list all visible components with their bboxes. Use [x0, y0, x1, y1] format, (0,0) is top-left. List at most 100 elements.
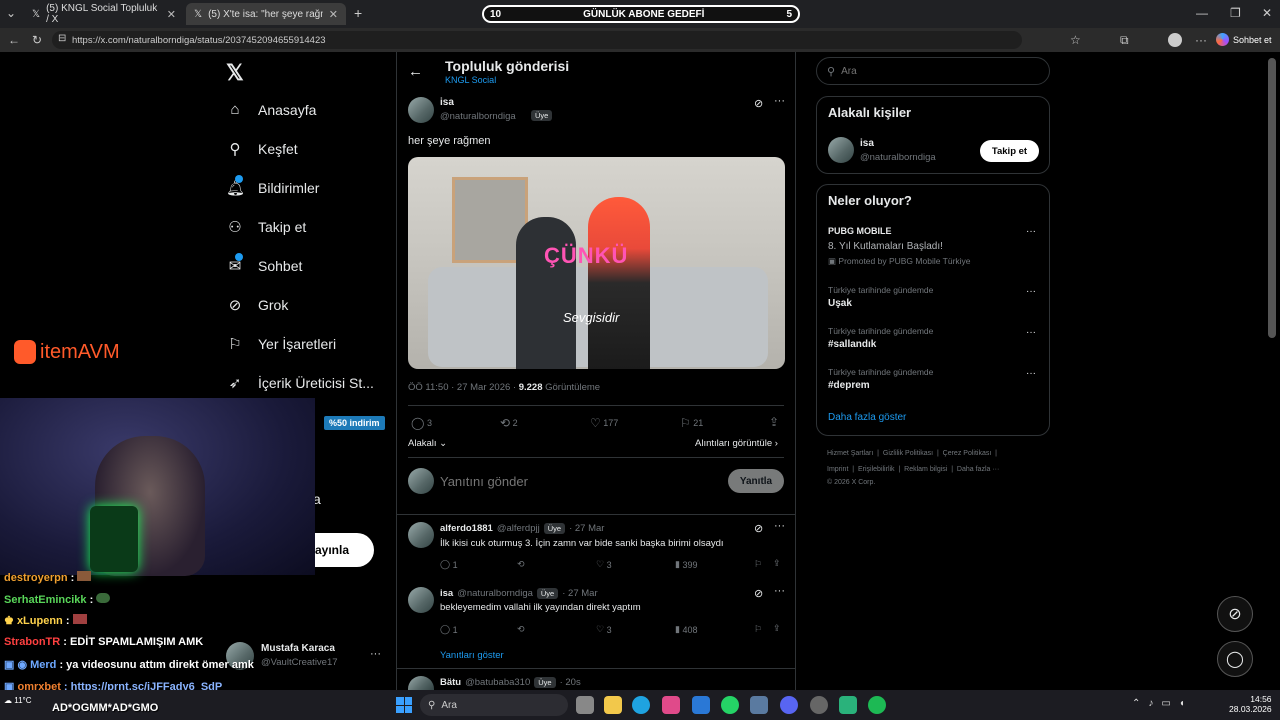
minimize-icon[interactable]: —	[1196, 6, 1208, 20]
edge-icon[interactable]	[632, 696, 650, 714]
quotes-link[interactable]: Alıntıları görüntüle ›	[695, 438, 778, 449]
reply-submit-button[interactable]: Yanıtla	[728, 469, 784, 493]
grok-icon[interactable]: ⊘	[754, 97, 763, 110]
sidebar-item-explore[interactable]: ⚲ Keşfet	[226, 140, 298, 158]
author-name[interactable]: Bätu	[440, 677, 461, 688]
search-box[interactable]: ⚲	[816, 57, 1050, 85]
weather-widget[interactable]: ☁ 11°C	[4, 696, 32, 705]
community-link[interactable]: KNGL Social	[445, 75, 496, 85]
sidebar-item-creator-studio[interactable]: ➶ İçerik Üreticisi St...	[226, 374, 374, 392]
sidebar-item-home[interactable]: ⌂ Anasayfa	[226, 101, 316, 118]
sidebar-item-bookmarks[interactable]: ⚐ Yer İşaretleri	[226, 335, 336, 353]
maximize-icon[interactable]: ❐	[1230, 6, 1241, 20]
author-handle[interactable]: @naturalborndiga	[440, 111, 516, 122]
spotify-icon[interactable]	[868, 696, 886, 714]
url-field[interactable]: https://x.com/naturalborndiga/status/203…	[52, 31, 1022, 49]
reply-button[interactable]: ◯ 1	[440, 559, 458, 570]
author-handle[interactable]: @alferdpjj	[497, 523, 540, 534]
reply-button[interactable]: ◯ 3	[411, 416, 432, 430]
tab-2[interactable]: 𝕏 (5) X'te isa: "her şeye rağmen" ✕	[186, 3, 346, 25]
repost-icon[interactable]: ⟲	[517, 624, 525, 635]
trend-title[interactable]: #deprem	[828, 380, 870, 391]
tray-icons[interactable]: ⌃♪▭◖	[1132, 698, 1193, 709]
trend-context[interactable]: PUBG MOBILE	[828, 226, 892, 236]
task-view-icon[interactable]	[576, 696, 594, 714]
avatar[interactable]	[408, 97, 434, 123]
author-name[interactable]: alferdo1881	[440, 523, 493, 534]
author-name[interactable]: isa	[440, 588, 453, 599]
new-tab-icon[interactable]: +	[354, 5, 362, 21]
reply-input[interactable]	[440, 472, 710, 490]
repost-icon[interactable]: ⟲	[517, 559, 525, 570]
more-icon[interactable]: ···	[1026, 368, 1036, 379]
profile-avatar[interactable]	[1168, 33, 1182, 47]
trend-title[interactable]: 8. Yıl Kutlamaları Başladı!	[828, 241, 943, 252]
obs-icon[interactable]	[810, 696, 828, 714]
scrollbar-thumb[interactable]	[1268, 58, 1276, 338]
views-button[interactable]: ▮ 408	[675, 624, 698, 635]
close-window-icon[interactable]: ✕	[1262, 6, 1272, 20]
messages-float-button[interactable]: ◯	[1217, 641, 1253, 677]
related-name[interactable]: isa	[860, 138, 874, 149]
whatsapp-icon[interactable]	[721, 696, 739, 714]
footer-links[interactable]: Hizmet Şartları | Gizlilik Politikası | …	[827, 450, 997, 457]
like-button[interactable]: ♡ 3	[596, 624, 612, 635]
reply-button[interactable]: ◯ 1	[440, 624, 458, 635]
more-icon[interactable]: ···	[1195, 33, 1207, 47]
grok-icon[interactable]: ⊘	[754, 587, 763, 600]
bookmark-icon[interactable]: ⚐	[754, 624, 762, 635]
sort-dropdown[interactable]: Alakalı ⌄	[408, 438, 447, 449]
more-icon[interactable]: ···	[774, 520, 785, 532]
close-icon[interactable]: ✕	[167, 8, 176, 21]
back-icon[interactable]: ←	[8, 33, 20, 47]
app-icon[interactable]	[750, 696, 768, 714]
more-icon[interactable]: ···	[774, 95, 785, 107]
avatar[interactable]	[408, 587, 434, 613]
footer-links[interactable]: Imprint | Erişilebilirlik | Reklam bilgi…	[827, 466, 999, 473]
site-info-icon[interactable]: ⊟	[58, 33, 66, 44]
mail-app-icon[interactable]	[692, 696, 710, 714]
like-button[interactable]: ♡ 3	[596, 559, 612, 570]
author-handle[interactable]: @naturalborndiga	[457, 588, 533, 599]
follow-button[interactable]: Takip et	[980, 140, 1039, 162]
sidebar-item-notifications[interactable]: 🔔︎ Bildirimler	[226, 175, 319, 197]
more-icon[interactable]: ···	[774, 585, 785, 597]
discord-icon[interactable]	[780, 696, 798, 714]
taskbar-search[interactable]: ⚲ Ara	[420, 694, 568, 716]
start-button[interactable]	[396, 697, 412, 713]
repost-button[interactable]: ⟲ 2	[500, 416, 518, 430]
close-icon[interactable]: ✕	[329, 8, 338, 21]
copilot-chat-button[interactable]: Sohbet et	[1216, 33, 1272, 46]
tab-1[interactable]: 𝕏 (5) KNGL Social Topluluk / X ✕	[24, 3, 184, 25]
post-image[interactable]: ÇÜNKÜ Sevgisidir	[408, 157, 785, 369]
refresh-icon[interactable]: ↻	[32, 33, 42, 47]
share-icon[interactable]: ⇪	[773, 558, 781, 569]
sidebar-item-grok[interactable]: ⊘ Grok	[226, 296, 289, 314]
grok-icon[interactable]: ⊘	[754, 522, 763, 535]
bookmark-icon[interactable]: ⚐	[754, 559, 762, 570]
author-handle[interactable]: @batubaba310	[465, 677, 530, 688]
clock[interactable]: 14:56 28.03.2026	[1229, 694, 1272, 714]
author-name[interactable]: isa	[440, 97, 454, 108]
back-arrow-icon[interactable]: ←	[408, 63, 423, 80]
show-replies-link[interactable]: Yanıtları göster	[440, 650, 504, 661]
sidebar-item-follow[interactable]: ⚇ Takip et	[226, 218, 306, 236]
avatar[interactable]	[828, 137, 854, 163]
more-icon[interactable]: ···	[1026, 327, 1036, 338]
share-icon[interactable]: ⇪	[773, 623, 781, 634]
share-icon[interactable]: ⇪	[769, 415, 779, 429]
more-icon[interactable]: ···	[1026, 286, 1036, 297]
favorite-icon[interactable]: ☆	[1070, 33, 1081, 47]
x-logo-icon[interactable]: 𝕏	[226, 60, 244, 86]
extensions-icon[interactable]: ⧉	[1120, 33, 1129, 48]
more-icon[interactable]: ···	[370, 648, 381, 660]
show-more-link[interactable]: Daha fazla göster	[828, 412, 906, 423]
search-input[interactable]	[841, 65, 1022, 77]
avatar[interactable]	[408, 522, 434, 548]
sidebar-item-messages[interactable]: ✉ Sohbet	[226, 253, 302, 275]
app-icon[interactable]	[839, 696, 857, 714]
bookmark-button[interactable]: ⚐ 21	[680, 416, 703, 430]
trend-title[interactable]: Uşak	[828, 298, 852, 309]
views-button[interactable]: ▮ 399	[675, 559, 698, 570]
grok-float-button[interactable]: ⊘	[1217, 596, 1253, 632]
